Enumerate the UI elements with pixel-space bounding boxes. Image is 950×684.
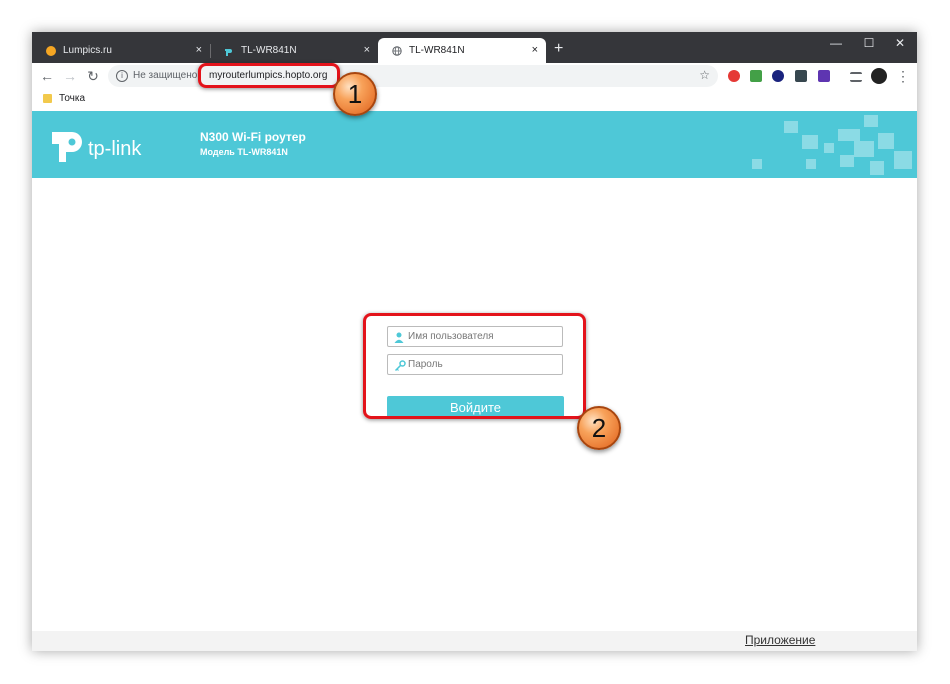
browser-toolbar: ← → ↻ i Не защищено myrouterlumpics.hopt… xyxy=(32,63,917,90)
tab-tplink-1[interactable]: TL-WR841N × xyxy=(210,38,378,63)
tab-title: TL-WR841N xyxy=(409,45,465,56)
purple-extension-icon[interactable] xyxy=(818,70,830,82)
tplink-favicon xyxy=(224,46,234,56)
security-label: Не защищено xyxy=(133,70,198,81)
tab-title: Lumpics.ru xyxy=(63,45,112,56)
globe-icon xyxy=(392,45,402,56)
close-icon[interactable]: × xyxy=(196,44,202,56)
header-banner: tp-link N300 Wi-Fi роутер Модель TL-WR84… xyxy=(32,111,917,178)
new-tab-button[interactable]: + xyxy=(554,40,563,58)
brand-name: tp-link xyxy=(88,138,142,160)
minimize-button[interactable]: — xyxy=(824,36,848,50)
reload-button[interactable]: ↻ xyxy=(84,68,102,84)
url-highlight-frame xyxy=(198,63,340,88)
bookmark-item[interactable]: Точка xyxy=(43,93,85,104)
tplink-logo-icon xyxy=(50,130,84,169)
bookmark-label: Точка xyxy=(59,93,86,104)
lumpics-favicon xyxy=(46,45,56,56)
app-link[interactable]: Приложение xyxy=(745,633,815,647)
footer-bar: Приложение xyxy=(32,631,917,651)
window-close-button[interactable]: ✕ xyxy=(888,36,912,50)
check-extension-icon[interactable] xyxy=(750,70,762,82)
forward-button[interactable]: → xyxy=(61,68,79,84)
bookmarks-bar: Точка xyxy=(32,90,917,112)
close-icon[interactable]: × xyxy=(364,44,370,56)
model-subtitle: Модель TL-WR841N xyxy=(200,147,288,157)
model-title: N300 Wi-Fi роутер xyxy=(200,130,306,144)
avatar[interactable] xyxy=(871,68,887,84)
globe-extension-icon[interactable] xyxy=(772,70,784,82)
maximize-button[interactable]: ☐ xyxy=(857,36,881,50)
tab-strip: Lumpics.ru × TL-WR841N × TL-WR841N × + —… xyxy=(32,32,917,63)
tab-lumpics[interactable]: Lumpics.ru × xyxy=(32,38,210,63)
decorative-pattern xyxy=(752,115,912,175)
box-extension-icon[interactable] xyxy=(795,70,807,82)
playlist-icon[interactable] xyxy=(850,72,862,82)
tab-tplink-active[interactable]: TL-WR841N × xyxy=(378,38,546,63)
step-badge-1: 1 xyxy=(333,72,377,116)
bookmark-star-icon[interactable]: ☆ xyxy=(699,68,710,82)
close-icon[interactable]: × xyxy=(532,44,538,56)
tab-title: TL-WR841N xyxy=(241,45,297,56)
step-badge-2: 2 xyxy=(577,406,621,450)
back-button[interactable]: ← xyxy=(38,68,56,84)
menu-icon[interactable]: ⋮ xyxy=(894,68,912,84)
folder-icon xyxy=(43,94,52,103)
info-icon[interactable]: i xyxy=(116,70,128,82)
login-highlight-frame xyxy=(363,313,586,419)
opera-extension-icon[interactable] xyxy=(728,70,740,82)
